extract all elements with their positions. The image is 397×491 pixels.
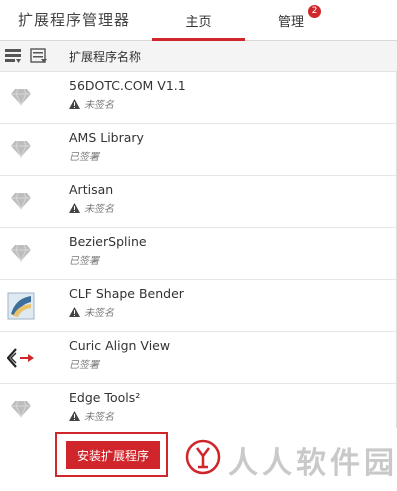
status-text: 已签署	[69, 360, 99, 371]
diamond-icon	[0, 384, 43, 428]
status-text: 未签名	[84, 412, 114, 423]
status-text: 已签署	[69, 256, 99, 267]
footer: 安装扩展程序 人人软件园	[0, 428, 397, 491]
extension-row[interactable]: 56DOTC.COM V1.1 未签名	[0, 72, 397, 124]
extension-status: 已签署	[69, 356, 99, 371]
extension-row[interactable]: AMS Library 已签署	[0, 124, 397, 176]
extension-name: AMS Library	[69, 130, 144, 145]
extension-status: 未签名	[69, 408, 114, 423]
extension-name: BezierSpline	[69, 234, 147, 249]
top-header: 扩展程序管理器 主页 管理 2	[0, 0, 397, 41]
extension-status: 未签名	[69, 96, 114, 111]
status-text: 未签名	[84, 204, 114, 215]
status-text: 未签名	[84, 100, 114, 111]
extension-name: Artisan	[69, 182, 114, 197]
extension-list: 56DOTC.COM V1.1 未签名 AMS Library 已签署 Arti…	[0, 72, 397, 428]
tab-manage-label: 管理	[278, 15, 305, 30]
extension-name: Edge Tools²	[69, 390, 141, 405]
extension-name: Curic Align View	[69, 338, 171, 353]
warning-icon	[69, 99, 80, 109]
extension-status: 已签署	[69, 148, 99, 163]
tab-home[interactable]: 主页	[152, 0, 245, 41]
status-text: 未签名	[84, 308, 114, 319]
tab-manage[interactable]: 管理 2	[268, 0, 328, 40]
app-title: 扩展程序管理器	[18, 11, 131, 29]
diamond-icon	[0, 228, 43, 279]
warning-icon	[69, 307, 80, 317]
watermark-logo-icon	[185, 439, 221, 475]
extension-name: CLF Shape Bender	[69, 286, 184, 301]
diamond-icon	[0, 72, 43, 123]
column-name-label: 扩展程序名称	[69, 50, 142, 64]
warning-icon	[69, 411, 80, 421]
extension-status: 未签名	[69, 304, 114, 319]
extension-status: 已签署	[69, 252, 99, 267]
extension-row[interactable]: CLF Shape Bender 未签名	[0, 280, 397, 332]
detail-view-icon[interactable]	[30, 48, 48, 68]
watermark-text: 人人软件园	[228, 446, 397, 481]
extension-row[interactable]: BezierSpline 已签署	[0, 228, 397, 280]
extension-status: 未签名	[69, 200, 114, 215]
shape-bender-icon	[0, 280, 43, 331]
extension-name: 56DOTC.COM V1.1	[69, 78, 186, 93]
status-text: 已签署	[69, 152, 99, 163]
install-extension-button[interactable]: 安装扩展程序	[66, 441, 160, 469]
notification-badge: 2	[308, 5, 321, 18]
extension-row[interactable]: Curic Align View 已签署	[0, 332, 397, 384]
extension-row[interactable]: Artisan 未签名	[0, 176, 397, 228]
tab-home-label: 主页	[185, 15, 212, 30]
list-view-icon[interactable]	[4, 48, 22, 68]
diamond-icon	[0, 124, 43, 175]
warning-icon	[69, 203, 80, 213]
extension-row[interactable]: Edge Tools² 未签名	[0, 384, 397, 428]
diamond-icon	[0, 176, 43, 227]
column-header: 扩展程序名称	[0, 41, 397, 72]
align-view-icon	[0, 332, 43, 383]
